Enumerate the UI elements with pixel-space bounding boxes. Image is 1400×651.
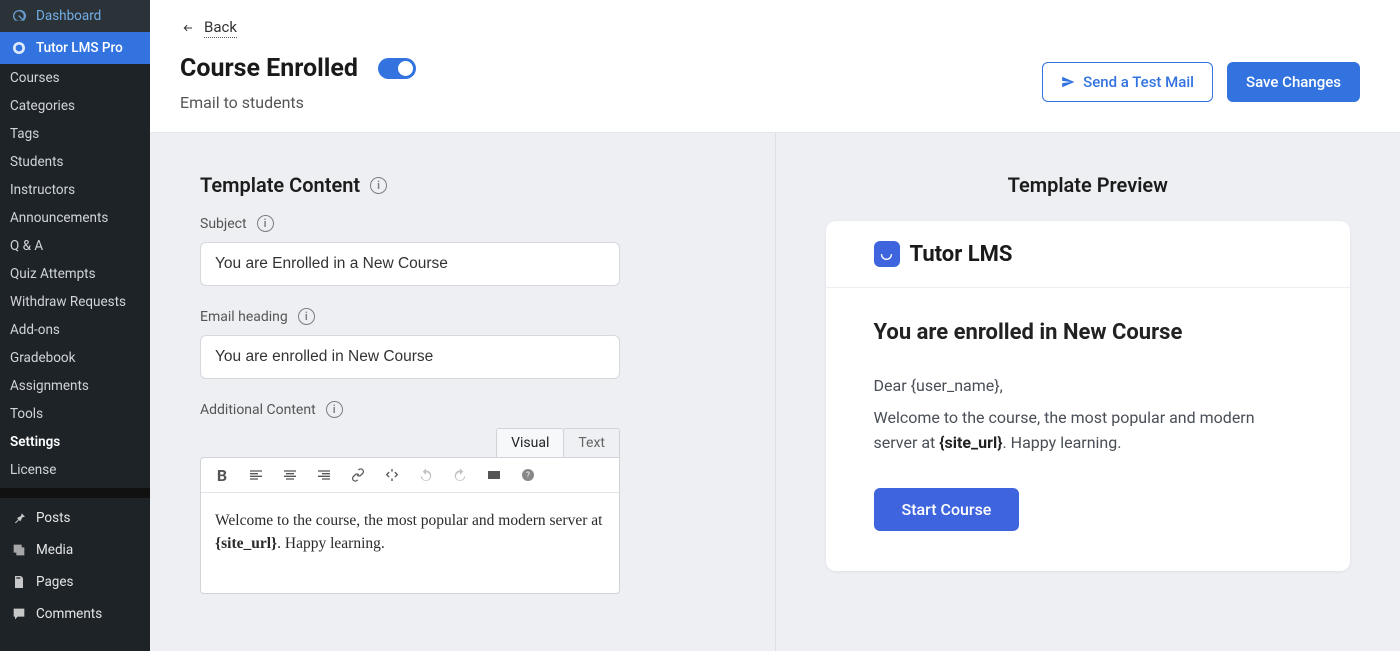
- sidebar-sub-item[interactable]: Assignments: [0, 372, 150, 400]
- sidebar-sub-item[interactable]: Gradebook: [0, 344, 150, 372]
- sidebar-sub-item[interactable]: License: [0, 456, 150, 484]
- preview-body: Welcome to the course, the most popular …: [874, 405, 1303, 456]
- link-icon[interactable]: [347, 464, 369, 486]
- preview-heading: You are enrolled in New Course: [874, 320, 1303, 345]
- align-left-icon[interactable]: [245, 464, 267, 486]
- sidebar-sub-item[interactable]: Students: [0, 148, 150, 176]
- preview-title: Template Preview: [826, 173, 1351, 197]
- svg-text:?: ?: [526, 471, 530, 480]
- preview-greeting: Dear {user_name},: [874, 373, 1303, 399]
- page-subtitle: Email to students: [180, 93, 416, 112]
- additional-label: Additional Content: [200, 402, 316, 418]
- enable-toggle[interactable]: [378, 58, 416, 79]
- media-icon: [10, 541, 28, 559]
- redo-icon[interactable]: [449, 464, 471, 486]
- info-icon[interactable]: i: [257, 215, 274, 232]
- sidebar-label: Pages: [36, 574, 74, 590]
- sidebar-label: Tutor LMS Pro: [36, 40, 123, 56]
- sidebar-item-tutor-lms[interactable]: Tutor LMS Pro: [0, 32, 150, 64]
- sidebar-item-comments[interactable]: Comments: [0, 598, 150, 630]
- subject-input[interactable]: [200, 242, 620, 286]
- heading-input[interactable]: [200, 335, 620, 379]
- sidebar-sub-item[interactable]: Withdraw Requests: [0, 288, 150, 316]
- save-button[interactable]: Save Changes: [1227, 62, 1360, 102]
- admin-sidebar: Dashboard Tutor LMS Pro CoursesCategorie…: [0, 0, 150, 651]
- undo-icon[interactable]: [415, 464, 437, 486]
- page-header: Back Course Enrolled Email to students S…: [150, 0, 1400, 133]
- subject-label: Subject: [200, 216, 247, 232]
- sidebar-sub-item[interactable]: Add-ons: [0, 316, 150, 344]
- sidebar-label: Comments: [36, 606, 102, 622]
- tutor-logo-icon: ◡: [874, 241, 900, 267]
- dashboard-icon: [10, 7, 28, 25]
- sidebar-sub-item[interactable]: Tools: [0, 400, 150, 428]
- main-pane: Back Course Enrolled Email to students S…: [150, 0, 1400, 651]
- back-link[interactable]: Back: [180, 18, 237, 38]
- align-center-icon[interactable]: [279, 464, 301, 486]
- sidebar-sub-item[interactable]: Settings: [0, 428, 150, 456]
- button-label: Send a Test Mail: [1083, 73, 1194, 91]
- rich-editor: B ? Welcome to the course, the most popu…: [200, 457, 620, 594]
- start-course-button[interactable]: Start Course: [874, 488, 1020, 531]
- paperplane-icon: [1061, 75, 1075, 89]
- sidebar-item-pages[interactable]: Pages: [0, 566, 150, 598]
- sidebar-item-media[interactable]: Media: [0, 534, 150, 566]
- template-content-panel: Template Content i Subject i Email headi…: [150, 133, 776, 651]
- editor-body[interactable]: Welcome to the course, the most popular …: [201, 493, 619, 593]
- sidebar-sub-item[interactable]: Categories: [0, 92, 150, 120]
- back-text: Back: [204, 18, 237, 38]
- pin-icon: [10, 509, 28, 527]
- align-right-icon[interactable]: [313, 464, 335, 486]
- preview-logo: ◡ Tutor LMS: [826, 221, 1351, 288]
- sidebar-sub-item[interactable]: Tags: [0, 120, 150, 148]
- sidebar-label: Dashboard: [36, 8, 101, 24]
- arrow-left-icon: [180, 22, 196, 34]
- sidebar-sub-item[interactable]: Announcements: [0, 204, 150, 232]
- info-icon[interactable]: i: [326, 401, 343, 418]
- unlink-icon[interactable]: [381, 464, 403, 486]
- info-icon[interactable]: i: [370, 177, 387, 194]
- comment-icon: [10, 605, 28, 623]
- pages-icon: [10, 573, 28, 591]
- editor-toolbar: B ?: [201, 458, 619, 493]
- bold-icon[interactable]: B: [211, 464, 233, 486]
- tutor-icon: [10, 39, 28, 57]
- sidebar-label: Posts: [36, 510, 70, 526]
- heading-label: Email heading: [200, 309, 288, 325]
- info-icon[interactable]: i: [298, 308, 315, 325]
- sidebar-sub-item[interactable]: Quiz Attempts: [0, 260, 150, 288]
- sidebar-label: Media: [36, 542, 73, 558]
- template-preview-panel: Template Preview ◡ Tutor LMS You are enr…: [776, 133, 1400, 651]
- section-title: Template Content: [200, 173, 360, 197]
- keyboard-icon[interactable]: [483, 464, 505, 486]
- tab-visual[interactable]: Visual: [496, 428, 564, 457]
- sidebar-item-posts[interactable]: Posts: [0, 502, 150, 534]
- preview-card: ◡ Tutor LMS You are enrolled in New Cour…: [826, 221, 1351, 571]
- sidebar-item-dashboard[interactable]: Dashboard: [0, 0, 150, 32]
- sidebar-sub-item[interactable]: Instructors: [0, 176, 150, 204]
- page-title: Course Enrolled: [180, 54, 358, 83]
- tab-text[interactable]: Text: [563, 428, 620, 457]
- button-label: Save Changes: [1246, 73, 1341, 91]
- sidebar-separator: [0, 488, 150, 498]
- sidebar-sub-item[interactable]: Q & A: [0, 232, 150, 260]
- send-test-button[interactable]: Send a Test Mail: [1042, 62, 1213, 102]
- preview-logo-text: Tutor LMS: [910, 242, 1013, 267]
- sidebar-sub-item[interactable]: Courses: [0, 64, 150, 92]
- help-icon[interactable]: ?: [517, 464, 539, 486]
